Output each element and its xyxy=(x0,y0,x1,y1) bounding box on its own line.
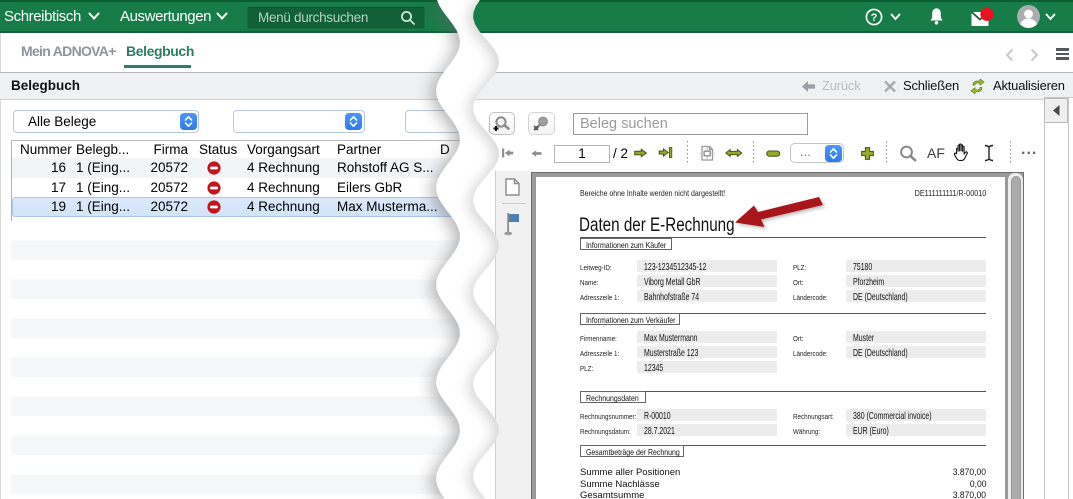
svg-text:?: ? xyxy=(871,12,878,24)
